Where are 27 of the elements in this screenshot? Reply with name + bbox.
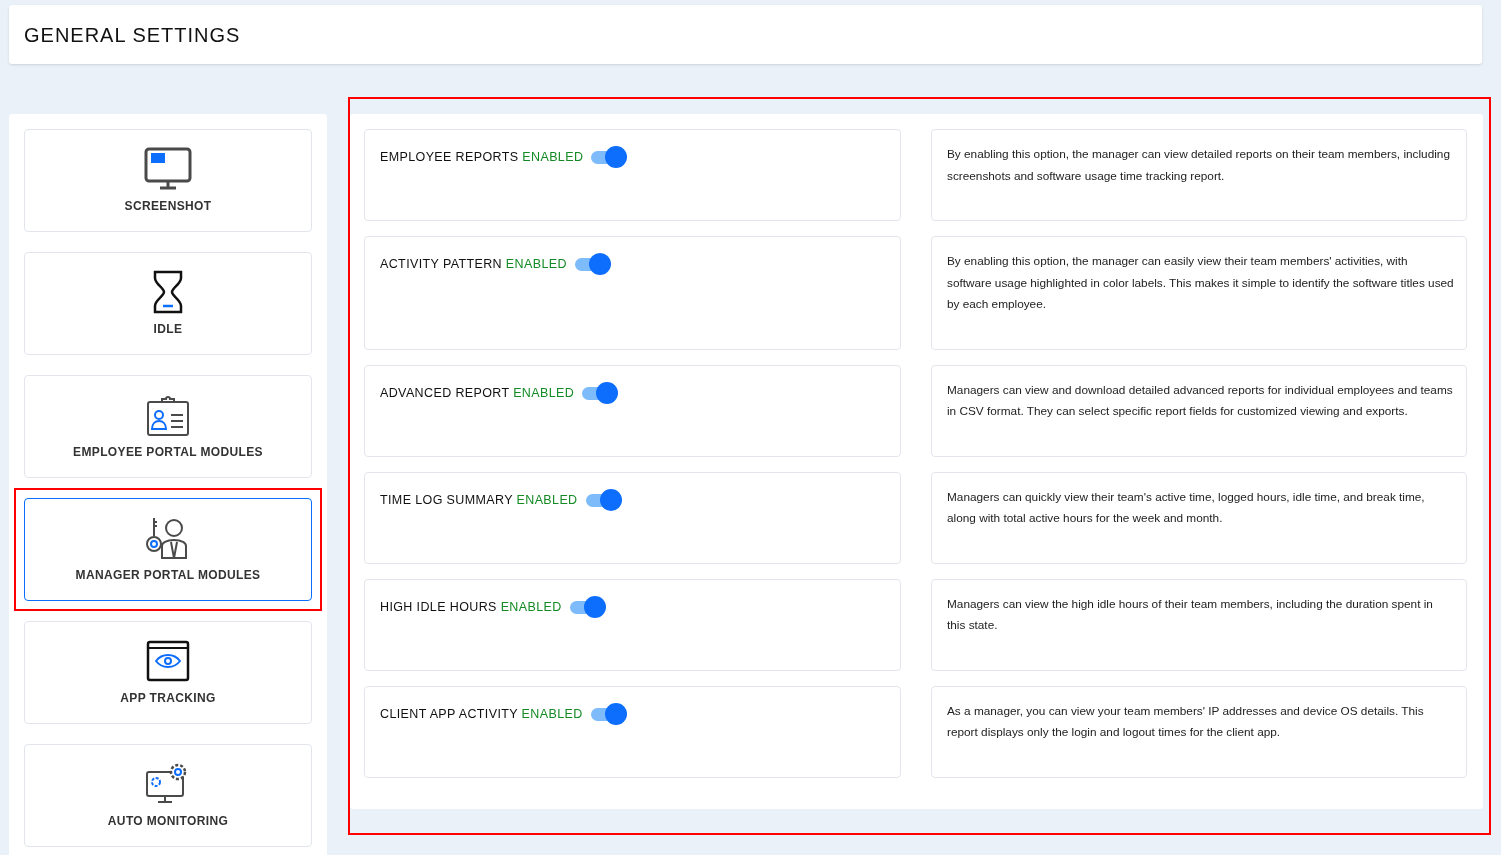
monitor-icon xyxy=(144,146,192,191)
setting-label: TIME LOG SUMMARY ENABLED xyxy=(380,491,578,509)
setting-label: ACTIVITY PATTERN ENABLED xyxy=(380,256,567,273)
setting-label: ADVANCED REPORT ENABLED xyxy=(380,384,575,402)
module-card[interactable]: IDLE xyxy=(24,252,312,355)
eye-window-icon xyxy=(144,638,192,683)
setting-label: HIGH IDLE HOURS ENABLED xyxy=(380,598,562,616)
module-card[interactable]: EMPLOYEE PORTAL MODULES xyxy=(24,375,312,478)
setting-label: CLIENT APP ACTIVITY ENABLED xyxy=(380,705,583,723)
module-card[interactable]: AUTO MONITORING xyxy=(24,744,312,847)
setting-label: EMPLOYEE REPORTS ENABLED xyxy=(380,149,584,166)
setting-description: By enabling this option, the manager can view detailed reports on their team members, including screenshots and software usage time tracking report. xyxy=(947,146,1451,185)
setting-description: As a manager, you can view your team members' IP addresses and device OS details. This report displays only the login and logout times for the client app. xyxy=(947,702,1425,741)
setting-description: Managers can view and download detailed advanced reports for individual employees and teams in CSV format. They can select specific report fields for customized viewing and exports. xyxy=(947,381,1454,420)
module-card[interactable]: MANAGER PORTAL MODULES xyxy=(24,498,312,601)
toggle-switch[interactable] xyxy=(582,380,619,405)
toggle-switch[interactable] xyxy=(569,594,606,619)
setting-description: By enabling this option, the manager can easily view their team members' activities, with software usage highlighted in color labels. This makes it simple to identify the software titles used by each employee. xyxy=(947,253,1454,313)
toggle-switch[interactable] xyxy=(590,701,627,726)
toggle-switch[interactable] xyxy=(591,145,628,169)
module-card[interactable]: SCREENSHOT xyxy=(24,129,312,232)
toggle-switch[interactable] xyxy=(574,252,611,276)
setting-description: Managers can view the high idle hours of their team members, including the duration spent in this state. xyxy=(947,595,1434,634)
page-title: GENERAL SETTINGS xyxy=(24,22,241,48)
setting-description: Managers can quickly view their team's active time, logged hours, idle time, and break time, along with total active hours for the week and month. xyxy=(947,488,1426,527)
module-card[interactable]: APP TRACKING xyxy=(24,621,312,724)
toggle-switch[interactable] xyxy=(585,487,622,512)
